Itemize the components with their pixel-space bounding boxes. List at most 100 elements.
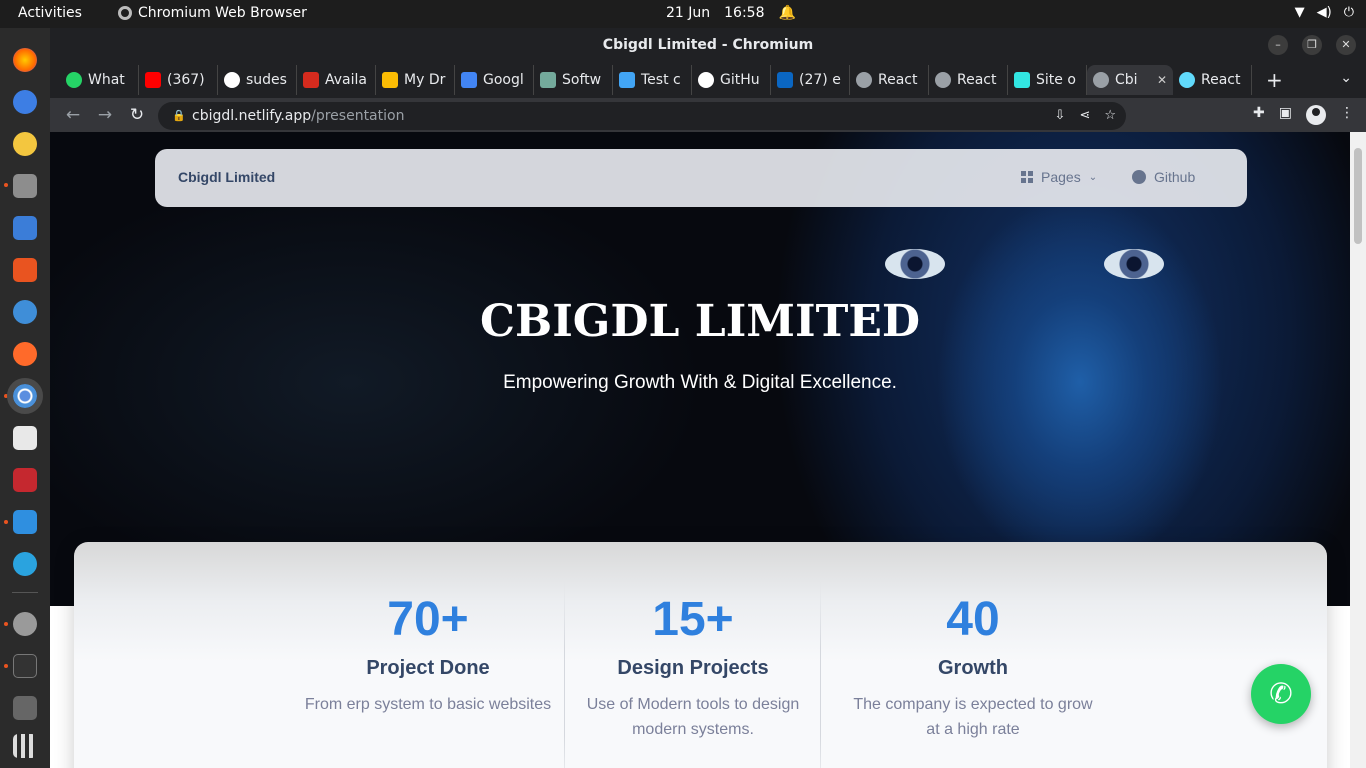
activities-button[interactable]: Activities bbox=[18, 5, 82, 21]
scrollbar-thumb[interactable] bbox=[1354, 148, 1362, 244]
browser-tab[interactable]: What bbox=[60, 65, 139, 95]
reload-button[interactable]: ↻ bbox=[128, 105, 146, 125]
web-page: Cbigdl Limited Pages ⌄ Github CBIGDL LIM… bbox=[50, 132, 1350, 768]
vscode-icon[interactable] bbox=[13, 510, 37, 534]
postman-icon[interactable] bbox=[13, 342, 37, 366]
globe-icon bbox=[856, 72, 872, 88]
nav-github-label: Github bbox=[1154, 169, 1196, 185]
forward-button[interactable]: → bbox=[96, 105, 114, 125]
hero-image-eye-right bbox=[1104, 249, 1164, 279]
nav-pages-label: Pages bbox=[1041, 169, 1081, 185]
drive-icon bbox=[382, 72, 398, 88]
clock[interactable]: 21 Jun 16:58 🔔 bbox=[666, 5, 796, 21]
site-brand[interactable]: Cbigdl Limited bbox=[178, 169, 275, 185]
tab-search-chevron-icon[interactable]: ⌄ bbox=[1340, 70, 1352, 86]
dashboard-grid-icon bbox=[1021, 171, 1033, 183]
url-host: cbigdl.netlify.app bbox=[192, 108, 312, 124]
tab-label: sudes bbox=[246, 72, 287, 88]
browser-tab[interactable]: GitHu bbox=[692, 65, 771, 95]
google-icon bbox=[461, 72, 477, 88]
lock-icon[interactable]: 🔒 bbox=[172, 102, 186, 130]
back-button[interactable]: ← bbox=[64, 105, 82, 125]
stat-description: From erp system to basic websites bbox=[304, 696, 552, 713]
hero-section: Cbigdl Limited Pages ⌄ Github CBIGDL LIM… bbox=[50, 132, 1350, 606]
time: 16:58 bbox=[724, 5, 765, 21]
thunderbird-icon[interactable] bbox=[13, 90, 37, 114]
browser-tab[interactable]: (27) e bbox=[771, 65, 850, 95]
tab-label: (367) bbox=[167, 72, 205, 88]
terminal-icon[interactable] bbox=[13, 654, 37, 678]
github-icon bbox=[1132, 170, 1146, 184]
stat-growth: 40 Growth The company is expected to gro… bbox=[823, 592, 1123, 742]
profile-avatar[interactable] bbox=[1306, 105, 1326, 125]
telegram-icon[interactable] bbox=[13, 552, 37, 576]
settings-icon[interactable] bbox=[13, 612, 37, 636]
page-scrollbar[interactable] bbox=[1350, 132, 1366, 768]
side-panel-icon[interactable]: ▣ bbox=[1279, 105, 1292, 125]
stat-label: Project Done bbox=[366, 657, 490, 679]
browser-tab[interactable]: Site o bbox=[1008, 65, 1087, 95]
chromium-icon bbox=[118, 6, 132, 20]
chromium-dock-icon[interactable] bbox=[7, 378, 43, 414]
address-bar[interactable]: 🔒 cbigdl.netlify.app/presentation ⇩ ⋖ ☆ bbox=[158, 102, 1126, 130]
browser-tab[interactable]: Availa bbox=[297, 65, 376, 95]
hero-subtitle: Empowering Growth With & Digital Excelle… bbox=[503, 372, 897, 393]
globe-icon bbox=[935, 72, 951, 88]
trash-icon[interactable] bbox=[13, 696, 37, 720]
software-icon[interactable] bbox=[13, 258, 37, 282]
wifi-icon: ▼ bbox=[1294, 5, 1305, 20]
rhythmbox-icon[interactable] bbox=[13, 132, 37, 156]
text-editor-icon[interactable] bbox=[13, 426, 37, 450]
nav-github-link[interactable]: Github bbox=[1132, 169, 1195, 185]
stat-number: 15+ bbox=[652, 593, 734, 646]
browser-tab[interactable]: Test c bbox=[613, 65, 692, 95]
maximize-button[interactable]: ❐ bbox=[1302, 35, 1322, 55]
extensions-icon[interactable]: ✚ bbox=[1253, 105, 1265, 125]
stats-card: 70+ Project Done From erp system to basi… bbox=[74, 542, 1327, 768]
browser-tab[interactable]: Googl bbox=[455, 65, 534, 95]
browser-tab[interactable]: Cbi ✕ bbox=[1087, 65, 1173, 95]
browser-tab[interactable]: Softw bbox=[534, 65, 613, 95]
tab-label: What bbox=[88, 72, 125, 88]
new-tab-button[interactable]: + bbox=[1266, 68, 1283, 92]
whatsapp-chat-button[interactable]: ✆ bbox=[1251, 664, 1311, 724]
browser-tab[interactable]: sudes bbox=[218, 65, 297, 95]
browser-menu-icon[interactable]: ⋮ bbox=[1340, 105, 1354, 125]
bookmark-star-icon[interactable]: ☆ bbox=[1104, 102, 1116, 130]
system-menu[interactable]: ▼ ◀) ⏻ bbox=[1295, 5, 1354, 20]
close-button[interactable]: ✕ bbox=[1336, 35, 1356, 55]
app-menu[interactable]: Chromium Web Browser bbox=[118, 5, 307, 21]
browser-tab[interactable]: React bbox=[929, 65, 1008, 95]
stat-divider bbox=[820, 582, 821, 768]
browser-tab[interactable]: React bbox=[1173, 65, 1252, 95]
youtube-icon bbox=[145, 72, 161, 88]
browser-tab[interactable]: (367) bbox=[139, 65, 218, 95]
minimize-button[interactable]: – bbox=[1268, 35, 1288, 55]
github-icon bbox=[698, 72, 714, 88]
power-icon: ⏻ bbox=[1343, 5, 1354, 20]
show-apps-icon[interactable] bbox=[13, 734, 37, 758]
install-app-icon[interactable]: ⇩ bbox=[1055, 102, 1066, 130]
tab-label: Site o bbox=[1036, 72, 1076, 88]
url-path: /presentation bbox=[311, 108, 405, 124]
browser-tab[interactable]: My Dr bbox=[376, 65, 455, 95]
stat-description: Use of Modern tools to design modern syst… bbox=[586, 696, 800, 738]
react-icon bbox=[1179, 72, 1195, 88]
help-icon[interactable] bbox=[13, 300, 37, 324]
github-icon bbox=[224, 72, 240, 88]
firefox-icon[interactable] bbox=[13, 48, 37, 72]
tab-close-icon[interactable]: ✕ bbox=[1157, 73, 1167, 87]
browser-tab[interactable]: React bbox=[850, 65, 929, 95]
screen-recorder-icon[interactable] bbox=[13, 468, 37, 492]
tab-label: Googl bbox=[483, 72, 524, 88]
files-icon[interactable] bbox=[13, 174, 37, 198]
stat-description: The company is expected to grow at a high… bbox=[853, 696, 1093, 738]
nav-pages-dropdown[interactable]: Pages ⌄ bbox=[1021, 169, 1097, 185]
share-icon[interactable]: ⋖ bbox=[1079, 102, 1090, 130]
dock bbox=[0, 28, 50, 768]
stat-number: 40 bbox=[946, 593, 1000, 646]
tab-label: (27) e bbox=[799, 72, 841, 88]
writer-icon[interactable] bbox=[13, 216, 37, 240]
title-bar: Cbigdl Limited - Chromium – ❐ ✕ bbox=[50, 28, 1366, 62]
toolbar: ← → ↻ 🔒 cbigdl.netlify.app/presentation … bbox=[50, 98, 1366, 132]
